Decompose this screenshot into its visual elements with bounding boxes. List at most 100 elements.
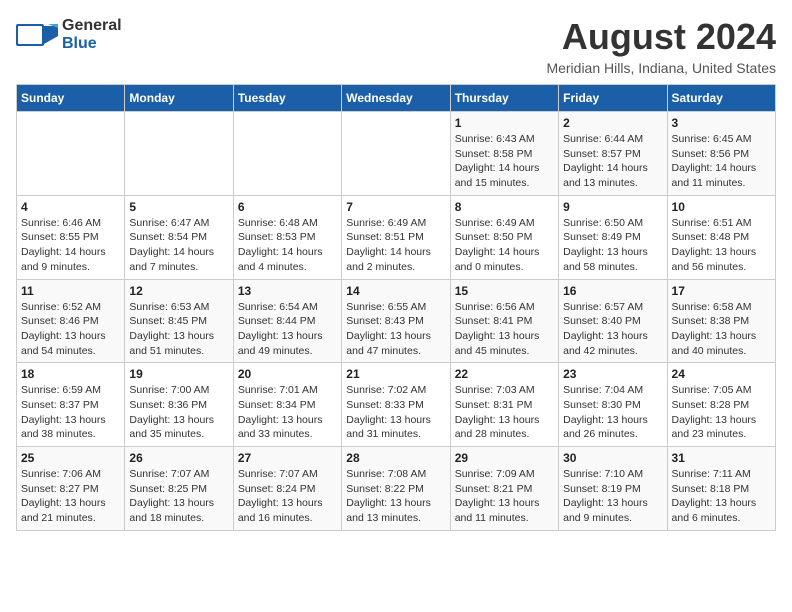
day-number: 13 — [238, 284, 337, 298]
day-info: Sunrise: 6:51 AMSunset: 8:48 PMDaylight:… — [672, 216, 771, 275]
calendar-cell-4-3: 28Sunrise: 7:08 AMSunset: 8:22 PMDayligh… — [342, 447, 450, 531]
calendar-cell-0-6: 3 Sunrise: 6:45 AMSunset: 8:56 PMDaylight… — [667, 112, 775, 196]
calendar-header-row: Sunday Monday Tuesday Wednesday Thursday… — [17, 85, 776, 112]
calendar-cell-2-1: 12 Sunrise: 6:53 AMSunset: 8:45 PMDayligh… — [125, 279, 233, 363]
calendar-cell-3-6: 24Sunrise: 7:05 AMSunset: 8:28 PMDayligh… — [667, 363, 775, 447]
day-number: 1 — [455, 116, 554, 130]
logo-text-line2: Blue — [62, 35, 122, 53]
day-number: 17 — [672, 284, 771, 298]
day-info: Sunrise: 6:44 AMSunset: 8:57 PMDaylight:… — [563, 132, 662, 191]
day-number: 8 — [455, 200, 554, 214]
day-info: Sunrise: 6:58 AMSunset: 8:38 PMDaylight:… — [672, 300, 771, 359]
day-info: Sunrise: 6:49 AMSunset: 8:51 PMDaylight:… — [346, 216, 445, 275]
calendar-cell-4-0: 25Sunrise: 7:06 AMSunset: 8:27 PMDayligh… — [17, 447, 125, 531]
day-info: Sunrise: 6:43 AMSunset: 8:58 PMDaylight:… — [455, 132, 554, 191]
calendar-cell-1-5: 9Sunrise: 6:50 AMSunset: 8:49 PMDaylight… — [559, 195, 667, 279]
calendar-cell-3-5: 23 Sunrise: 7:04 AMSunset: 8:30 PMDayligh… — [559, 363, 667, 447]
calendar-cell-0-0 — [17, 112, 125, 196]
day-number: 23 — [563, 367, 662, 381]
day-number: 24 — [672, 367, 771, 381]
day-info: Sunrise: 7:03 AMSunset: 8:31 PMDaylight:… — [455, 383, 554, 442]
th-thursday: Thursday — [450, 85, 558, 112]
day-number: 20 — [238, 367, 337, 381]
day-number: 4 — [21, 200, 120, 214]
day-number: 14 — [346, 284, 445, 298]
calendar-cell-1-6: 10 Sunrise: 6:51 AMSunset: 8:48 PMDayligh… — [667, 195, 775, 279]
day-number: 31 — [672, 451, 771, 465]
day-info: Sunrise: 6:57 AMSunset: 8:40 PMDaylight:… — [563, 300, 662, 359]
calendar-cell-4-5: 30 Sunrise: 7:10 AMSunset: 8:19 PMDayligh… — [559, 447, 667, 531]
calendar-cell-4-2: 27Sunrise: 7:07 AMSunset: 8:24 PMDayligh… — [233, 447, 341, 531]
logo-text-line1: General — [62, 17, 122, 35]
th-monday: Monday — [125, 85, 233, 112]
calendar-cell-4-1: 26 Sunrise: 7:07 AMSunset: 8:25 PMDayligh… — [125, 447, 233, 531]
calendar-week-1: 1 Sunrise: 6:43 AMSunset: 8:58 PMDaylight… — [17, 112, 776, 196]
main-title: August 2024 — [546, 16, 776, 58]
day-info: Sunrise: 7:11 AMSunset: 8:18 PMDaylight:… — [672, 467, 771, 526]
day-info: Sunrise: 7:00 AMSunset: 8:36 PMDaylight:… — [129, 383, 228, 442]
calendar-cell-2-4: 15Sunrise: 6:56 AMSunset: 8:41 PMDayligh… — [450, 279, 558, 363]
day-info: Sunrise: 6:47 AMSunset: 8:54 PMDaylight:… — [129, 216, 228, 275]
day-info: Sunrise: 7:09 AMSunset: 8:21 PMDaylight:… — [455, 467, 554, 526]
day-number: 3 — [672, 116, 771, 130]
calendar-table: Sunday Monday Tuesday Wednesday Thursday… — [16, 84, 776, 531]
day-info: Sunrise: 7:04 AMSunset: 8:30 PMDaylight:… — [563, 383, 662, 442]
th-tuesday: Tuesday — [233, 85, 341, 112]
th-wednesday: Wednesday — [342, 85, 450, 112]
day-number: 11 — [21, 284, 120, 298]
calendar-cell-0-2 — [233, 112, 341, 196]
calendar-week-2: 4 Sunrise: 6:46 AMSunset: 8:55 PMDaylight… — [17, 195, 776, 279]
day-number: 28 — [346, 451, 445, 465]
day-number: 10 — [672, 200, 771, 214]
calendar-cell-3-0: 18Sunrise: 6:59 AMSunset: 8:37 PMDayligh… — [17, 363, 125, 447]
calendar-cell-3-3: 21 Sunrise: 7:02 AMSunset: 8:33 PMDayligh… — [342, 363, 450, 447]
day-info: Sunrise: 7:02 AMSunset: 8:33 PMDaylight:… — [346, 383, 445, 442]
calendar-cell-2-3: 14Sunrise: 6:55 AMSunset: 8:43 PMDayligh… — [342, 279, 450, 363]
calendar-cell-1-3: 7 Sunrise: 6:49 AMSunset: 8:51 PMDaylight… — [342, 195, 450, 279]
calendar-cell-4-6: 31 Sunrise: 7:11 AMSunset: 8:18 PMDayligh… — [667, 447, 775, 531]
calendar-cell-0-5: 2Sunrise: 6:44 AMSunset: 8:57 PMDaylight… — [559, 112, 667, 196]
th-sunday: Sunday — [17, 85, 125, 112]
day-number: 19 — [129, 367, 228, 381]
calendar-cell-1-0: 4 Sunrise: 6:46 AMSunset: 8:55 PMDaylight… — [17, 195, 125, 279]
day-info: Sunrise: 6:53 AMSunset: 8:45 PMDaylight:… — [129, 300, 228, 359]
day-info: Sunrise: 6:50 AMSunset: 8:49 PMDaylight:… — [563, 216, 662, 275]
subtitle: Meridian Hills, Indiana, United States — [546, 60, 776, 76]
day-info: Sunrise: 6:49 AMSunset: 8:50 PMDaylight:… — [455, 216, 554, 275]
day-number: 12 — [129, 284, 228, 298]
day-number: 21 — [346, 367, 445, 381]
th-saturday: Saturday — [667, 85, 775, 112]
day-info: Sunrise: 6:54 AMSunset: 8:44 PMDaylight:… — [238, 300, 337, 359]
calendar-cell-1-2: 6 Sunrise: 6:48 AMSunset: 8:53 PMDaylight… — [233, 195, 341, 279]
calendar-cell-1-4: 8 Sunrise: 6:49 AMSunset: 8:50 PMDaylight… — [450, 195, 558, 279]
day-info: Sunrise: 7:07 AMSunset: 8:25 PMDaylight:… — [129, 467, 228, 526]
day-info: Sunrise: 7:10 AMSunset: 8:19 PMDaylight:… — [563, 467, 662, 526]
day-info: Sunrise: 6:48 AMSunset: 8:53 PMDaylight:… — [238, 216, 337, 275]
calendar-cell-2-0: 11Sunrise: 6:52 AMSunset: 8:46 PMDayligh… — [17, 279, 125, 363]
day-info: Sunrise: 6:45 AMSunset: 8:56 PMDaylight:… — [672, 132, 771, 191]
day-number: 6 — [238, 200, 337, 214]
logo: General Blue — [16, 16, 122, 54]
logo-icon — [16, 16, 58, 54]
calendar-week-5: 25Sunrise: 7:06 AMSunset: 8:27 PMDayligh… — [17, 447, 776, 531]
day-number: 30 — [563, 451, 662, 465]
day-number: 18 — [21, 367, 120, 381]
calendar-week-4: 18Sunrise: 6:59 AMSunset: 8:37 PMDayligh… — [17, 363, 776, 447]
day-info: Sunrise: 6:46 AMSunset: 8:55 PMDaylight:… — [21, 216, 120, 275]
calendar-cell-3-4: 22 Sunrise: 7:03 AMSunset: 8:31 PMDayligh… — [450, 363, 558, 447]
calendar-cell-3-1: 19 Sunrise: 7:00 AMSunset: 8:36 PMDayligh… — [125, 363, 233, 447]
calendar-cell-4-4: 29 Sunrise: 7:09 AMSunset: 8:21 PMDayligh… — [450, 447, 558, 531]
calendar-cell-0-4: 1 Sunrise: 6:43 AMSunset: 8:58 PMDaylight… — [450, 112, 558, 196]
day-number: 15 — [455, 284, 554, 298]
day-info: Sunrise: 7:07 AMSunset: 8:24 PMDaylight:… — [238, 467, 337, 526]
calendar-cell-2-6: 17 Sunrise: 6:58 AMSunset: 8:38 PMDayligh… — [667, 279, 775, 363]
day-number: 22 — [455, 367, 554, 381]
header-area: General Blue August 2024 Meridian Hills,… — [16, 16, 776, 76]
day-number: 26 — [129, 451, 228, 465]
day-number: 29 — [455, 451, 554, 465]
calendar-cell-2-2: 13 Sunrise: 6:54 AMSunset: 8:44 PMDayligh… — [233, 279, 341, 363]
th-friday: Friday — [559, 85, 667, 112]
day-number: 7 — [346, 200, 445, 214]
day-number: 16 — [563, 284, 662, 298]
calendar-cell-0-1 — [125, 112, 233, 196]
